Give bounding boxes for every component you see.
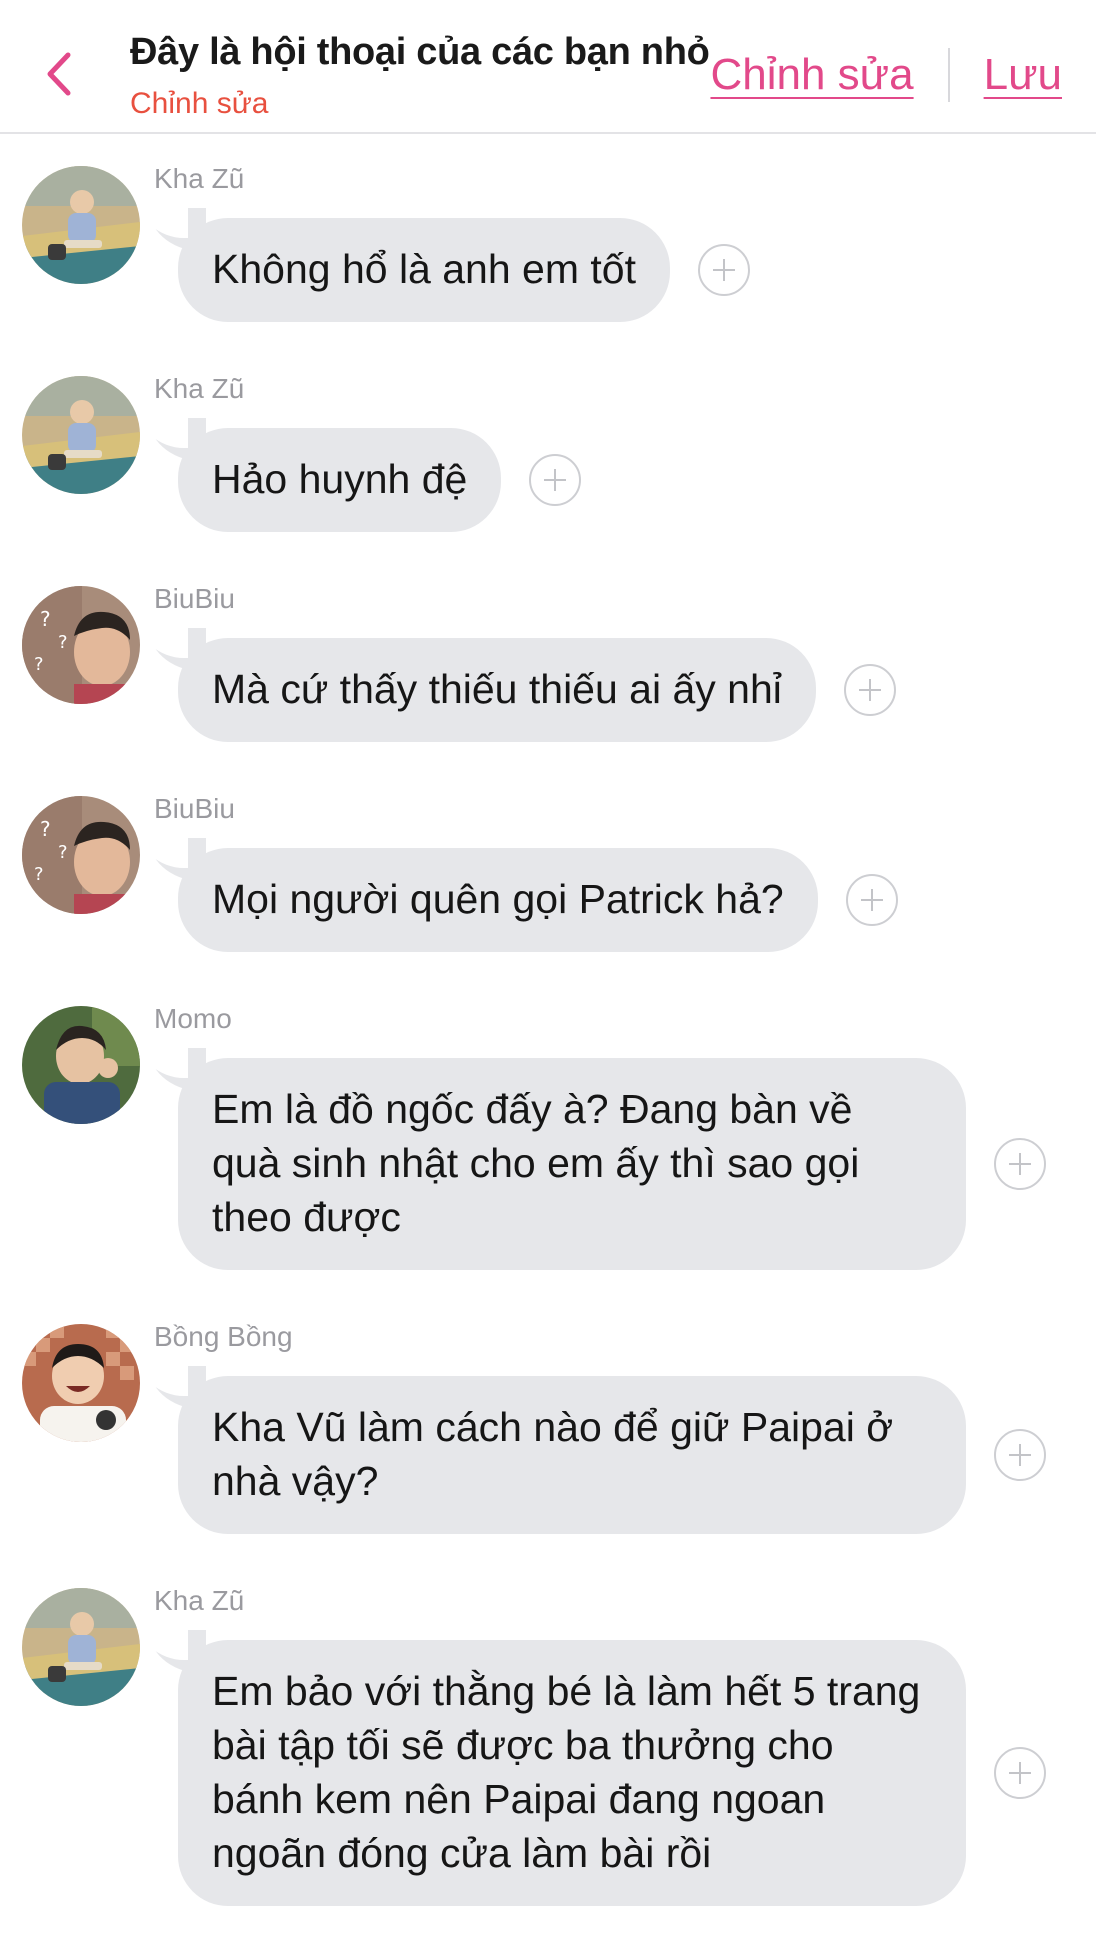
bubble-row: Em bảo với thằng bé là làm hết 5 trang b…: [138, 1582, 1096, 1906]
message-item: Kha Zũ Em bảo với thằng bé là làm hết 5 …: [0, 1582, 1096, 1906]
bubble-row: Hảo huynh đệ: [137, 370, 1096, 532]
header-actions: Chỉnh sửa Lưu: [710, 48, 1062, 102]
chevron-left-icon: [47, 52, 71, 96]
message-item: Kha Zũ Hảo huynh đệ: [0, 370, 1096, 532]
plus-icon: [858, 679, 881, 701]
nav-header: Đây là hội thoại của các bạn nhỏ Chỉnh s…: [0, 0, 1096, 134]
message-bubble[interactable]: Mọi người quên gọi Patrick hả?: [138, 822, 818, 952]
add-reaction-button[interactable]: [994, 1747, 1046, 1799]
plus-icon: [1009, 1153, 1031, 1175]
add-reaction-button[interactable]: [697, 244, 750, 296]
svg-text:?: ?: [58, 842, 68, 863]
message-item: ? ? ? BiuBiu Mọi người quên gọi Patrick …: [0, 790, 1096, 952]
plus-icon: [1009, 1444, 1031, 1466]
add-reaction-button[interactable]: [845, 874, 898, 926]
message-item: Kha Zũ Không hổ là anh em tốt: [0, 160, 1096, 322]
avatar[interactable]: [22, 1588, 140, 1706]
message-text: Kha Vũ làm cách nào để giữ Paipai ở nhà …: [212, 1404, 894, 1504]
avatar[interactable]: [22, 1324, 140, 1442]
message-item: Bồng Bồng Kha Vũ làm cách nào để giữ Pai…: [0, 1318, 1096, 1534]
svg-text:?: ?: [34, 864, 44, 885]
message-item: ? ? ? BiuBiu Mà cứ thấy thiếu thiếu ai ấ…: [0, 580, 1096, 742]
bubble-row: Mà cứ thấy thiếu thiếu ai ấy nhỉ: [138, 580, 1096, 742]
conversation-title: Đây là hội thoại của các bạn nhỏ: [130, 31, 710, 73]
avatar[interactable]: ? ? ?: [22, 796, 140, 914]
message-text: Không hổ là anh em tốt: [212, 246, 636, 292]
plus-icon: [544, 469, 567, 491]
message-text: Mà cứ thấy thiếu thiếu ai ấy nhỉ: [212, 666, 782, 712]
avatar[interactable]: ? ? ?: [22, 586, 140, 704]
avatar[interactable]: [22, 1006, 140, 1124]
add-reaction-button[interactable]: [994, 1138, 1046, 1190]
svg-text:?: ?: [40, 817, 51, 841]
plus-icon: [712, 259, 735, 281]
avatar[interactable]: [22, 376, 140, 494]
title-block: Đây là hội thoại của các bạn nhỏ Chỉnh s…: [130, 28, 710, 124]
message-thread: Kha Zũ Không hổ là anh em tốt Kha Zũ Hảo: [0, 160, 1096, 1954]
message-bubble[interactable]: Không hổ là anh em tốt: [138, 192, 670, 322]
add-reaction-button[interactable]: [843, 664, 896, 716]
back-button[interactable]: [34, 46, 84, 102]
svg-text:?: ?: [34, 654, 44, 675]
message-bubble[interactable]: Hảo huynh đệ: [137, 402, 502, 532]
edit-subtitle[interactable]: Chỉnh sửa: [130, 84, 710, 124]
message-bubble[interactable]: Mà cứ thấy thiếu thiếu ai ấy nhỉ: [138, 612, 816, 742]
message-text: Em là đồ ngốc đấy à? Đang bàn về quà sin…: [212, 1086, 860, 1240]
svg-text:?: ?: [40, 607, 51, 631]
plus-icon: [1009, 1762, 1031, 1784]
plus-icon: [860, 889, 883, 911]
message-bubble[interactable]: Kha Vũ làm cách nào để giữ Paipai ở nhà …: [138, 1350, 966, 1534]
bubble-row: Kha Vũ làm cách nào để giữ Paipai ở nhà …: [138, 1318, 1096, 1534]
avatar[interactable]: [22, 166, 140, 284]
add-reaction-button[interactable]: [529, 454, 582, 506]
message-text: Mọi người quên gọi Patrick hả?: [212, 876, 784, 922]
svg-text:?: ?: [58, 632, 68, 653]
bubble-row: Em là đồ ngốc đấy à? Đang bàn về quà sin…: [138, 1000, 1096, 1270]
bubble-row: Không hổ là anh em tốt: [138, 160, 1096, 322]
add-reaction-button[interactable]: [994, 1429, 1046, 1481]
message-item: Momo Em là đồ ngốc đấy à? Đang bàn về qu…: [0, 1000, 1096, 1270]
message-bubble[interactable]: Em là đồ ngốc đấy à? Đang bàn về quà sin…: [138, 1032, 966, 1270]
message-bubble[interactable]: Em bảo với thằng bé là làm hết 5 trang b…: [138, 1614, 966, 1906]
message-text: Em bảo với thằng bé là làm hết 5 trang b…: [212, 1668, 921, 1876]
action-divider: [947, 48, 950, 102]
edit-button[interactable]: Chỉnh sửa: [710, 50, 913, 100]
message-text: Hảo huynh đệ: [212, 456, 468, 502]
save-button[interactable]: Lưu: [984, 50, 1062, 100]
bubble-row: Mọi người quên gọi Patrick hả?: [138, 790, 1096, 952]
